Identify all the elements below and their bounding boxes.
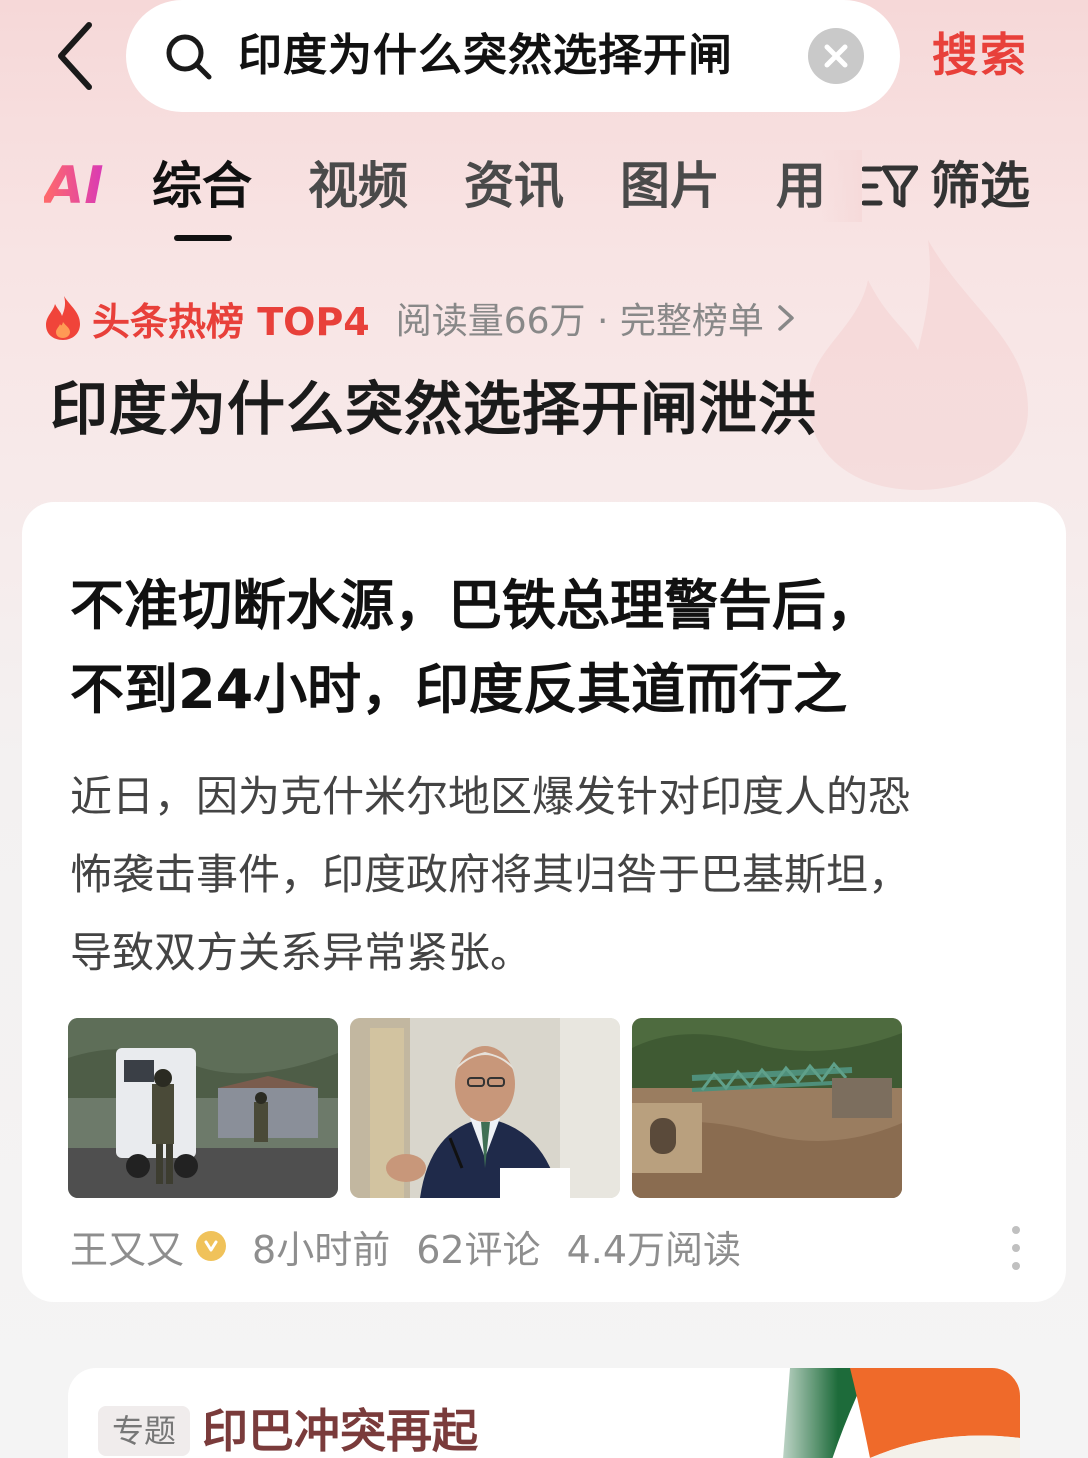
flame-watermark-icon xyxy=(808,240,1028,490)
tab-comprehensive[interactable]: 综合 xyxy=(152,150,252,222)
special-topic-card[interactable]: 专题 印巴冲突再起 xyxy=(68,1368,1020,1458)
tab-news[interactable]: 资讯 xyxy=(464,150,564,222)
chevron-right-icon xyxy=(778,305,794,331)
search-results-page: 印度为什么突然选择开闸 搜索 AI 综合 视频 资讯 图片 用 筛选 头条热榜 … xyxy=(0,0,1088,1458)
summary-line: 导致双方关系异常紧张。 xyxy=(70,928,533,977)
more-options-button[interactable] xyxy=(1006,1226,1026,1270)
tab-images[interactable]: 图片 xyxy=(620,150,720,222)
author-name[interactable]: 王又又 xyxy=(70,1219,184,1274)
thumbnail-soldiers-image[interactable] xyxy=(68,1018,338,1198)
filter-label: 筛选 xyxy=(930,157,1030,215)
hot-topic-title[interactable]: 印度为什么突然选择开闸泄洪 xyxy=(50,372,817,446)
article-headline[interactable]: 不准切断水源，巴铁总理警告后， 不到24小时，印度反其道而行之 xyxy=(70,564,1030,732)
clear-icon xyxy=(824,44,848,68)
search-submit-button[interactable]: 搜索 xyxy=(932,22,1062,88)
search-bar-row: 印度为什么突然选择开闸 搜索 xyxy=(0,0,1088,112)
search-query-text[interactable]: 印度为什么突然选择开闸 xyxy=(238,24,898,88)
hot-list-meta: 阅读量66万 · 完整榜单 xyxy=(395,301,764,342)
back-button[interactable] xyxy=(40,16,110,96)
filter-icon xyxy=(862,165,918,208)
search-icon xyxy=(166,34,212,80)
summary-line: 怖袭击事件，印度政府将其归咎于巴基斯坦， xyxy=(70,850,911,899)
hot-list-rank: 头条热榜 TOP4 xyxy=(92,299,370,344)
thumbnail-flood-bridge-image[interactable] xyxy=(632,1018,902,1198)
summary-line: 近日，因为克什米尔地区爆发针对印度人的恐 xyxy=(70,772,911,821)
publish-time: 8小时前 xyxy=(252,1227,391,1272)
active-tab-indicator xyxy=(174,235,232,241)
article-meta: 王又又 8小时前 62评论 4.4万阅读 xyxy=(70,1218,1030,1274)
back-arrow-icon xyxy=(58,22,92,90)
tab-video[interactable]: 视频 xyxy=(308,150,408,222)
filter-button[interactable]: 筛选 xyxy=(862,150,1052,222)
article-thumbnails xyxy=(68,1018,902,1198)
result-tabs: AI 综合 视频 资讯 图片 用 筛选 xyxy=(0,150,1088,250)
hot-list-row[interactable]: 头条热榜 TOP4 阅读量66万 · 完整榜单 xyxy=(44,292,798,344)
special-topic-title[interactable]: 印巴冲突再起 xyxy=(202,1398,478,1458)
read-count: 4.4万阅读 xyxy=(566,1227,741,1272)
flags-image xyxy=(760,1368,1020,1458)
clear-search-button[interactable] xyxy=(808,28,864,84)
article-card[interactable]: 不准切断水源，巴铁总理警告后， 不到24小时，印度反其道而行之 近日，因为克什米… xyxy=(22,502,1066,1302)
headline-line: 不到24小时，印度反其道而行之 xyxy=(70,658,848,721)
tab-overflow-fade xyxy=(820,150,862,222)
more-vertical-icon xyxy=(1012,1226,1020,1234)
flame-icon xyxy=(46,296,80,340)
topic-tag: 专题 xyxy=(98,1406,191,1456)
thumbnail-prime-minister-image[interactable] xyxy=(350,1018,620,1198)
search-input[interactable]: 印度为什么突然选择开闸 xyxy=(126,0,900,112)
tab-users[interactable]: 用 xyxy=(776,150,826,222)
verified-icon xyxy=(196,1231,227,1261)
tab-ai[interactable]: AI xyxy=(44,150,104,222)
comment-count: 62评论 xyxy=(416,1227,541,1272)
headline-line: 不准切断水源，巴铁总理警告后， xyxy=(70,574,880,637)
article-summary: 近日，因为克什米尔地区爆发针对印度人的恐 怖袭击事件，印度政府将其归咎于巴基斯坦… xyxy=(70,758,1030,992)
